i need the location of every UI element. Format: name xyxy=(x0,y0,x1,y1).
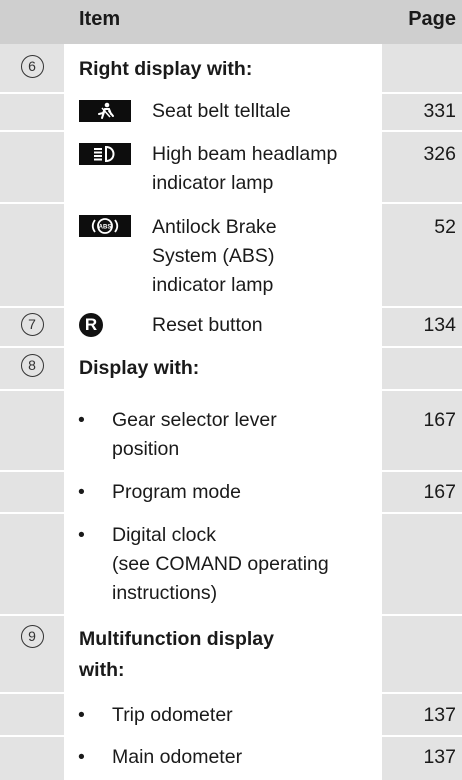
seat-belt-icon-box xyxy=(79,100,131,122)
bullet: • xyxy=(78,524,85,546)
gear-selector-text-line-1: Gear selector lever xyxy=(112,409,277,431)
bullet: • xyxy=(78,481,85,503)
row-divider xyxy=(0,346,462,348)
bullet: • xyxy=(78,746,85,768)
bullet: • xyxy=(78,409,85,431)
section-6-title: Right display with: xyxy=(79,58,253,80)
section-9-title-line-2: with: xyxy=(79,659,125,681)
header-page-label: Page xyxy=(408,8,456,30)
section-7-number: 7 xyxy=(20,313,44,336)
high-beam-page: 326 xyxy=(423,143,456,165)
gear-selector-text-line-2: position xyxy=(112,438,180,460)
section-7-number-cell: 7 xyxy=(0,310,64,340)
abs-icon: ABS xyxy=(91,218,119,234)
header-item-label: Item xyxy=(79,8,121,30)
seat-belt-page: 331 xyxy=(423,100,456,122)
high-beam-text-line-2: indicator lamp xyxy=(152,172,274,194)
row-divider xyxy=(0,614,462,616)
digital-clock-text-line-3: instructions) xyxy=(112,582,218,604)
row-divider xyxy=(0,692,462,694)
abs-icon-box: ABS xyxy=(79,215,131,237)
section-9-number-cell: 9 xyxy=(0,622,64,652)
program-mode-text: Program mode xyxy=(112,481,241,503)
row-divider xyxy=(0,470,462,472)
bullet: • xyxy=(78,704,85,726)
seat-belt-text: Seat belt telltale xyxy=(152,100,291,122)
program-mode-page: 167 xyxy=(423,481,456,503)
reference-table: Item Page 6 Right display with: Seat bel… xyxy=(0,0,462,780)
row-divider xyxy=(0,512,462,514)
reset-r-icon: R xyxy=(79,313,103,337)
high-beam-text-line-1: High beam headlamp xyxy=(152,143,338,165)
section-9-title-line-1: Multifunction display xyxy=(79,628,274,650)
trip-odometer-page: 137 xyxy=(423,704,456,726)
row-divider xyxy=(0,306,462,308)
row-divider xyxy=(0,389,462,391)
row-divider xyxy=(0,92,462,94)
abs-text-line-3: indicator lamp xyxy=(152,274,274,296)
main-odometer-page: 137 xyxy=(423,746,456,768)
high-beam-icon-box xyxy=(79,143,131,165)
number-column xyxy=(0,44,64,780)
high-beam-icon xyxy=(94,145,115,163)
seat-belt-icon xyxy=(98,102,114,119)
reset-button-text: Reset button xyxy=(152,314,263,336)
gear-selector-page: 167 xyxy=(423,409,456,431)
trip-odometer-text: Trip odometer xyxy=(112,704,233,726)
row-divider xyxy=(0,130,462,132)
section-9-number: 9 xyxy=(20,625,44,648)
row-divider xyxy=(0,735,462,737)
section-6-number: 6 xyxy=(20,55,44,78)
row-divider xyxy=(0,202,462,204)
digital-clock-text-line-1: Digital clock xyxy=(112,524,217,546)
section-8-title: Display with: xyxy=(79,357,200,379)
section-8-number: 8 xyxy=(20,354,44,377)
abs-icon-label: ABS xyxy=(99,225,112,231)
main-odometer-text: Main odometer xyxy=(112,746,243,768)
section-8-number-cell: 8 xyxy=(0,351,64,381)
section-6-number-cell: 6 xyxy=(0,52,64,82)
table-header: Item Page xyxy=(0,0,462,44)
abs-text-line-1: Antilock Brake xyxy=(152,216,277,238)
digital-clock-text-line-2: (see COMAND operating xyxy=(112,553,329,575)
reset-button-page: 134 xyxy=(423,314,456,336)
abs-text-line-2: System (ABS) xyxy=(152,245,275,267)
abs-page: 52 xyxy=(434,216,456,238)
